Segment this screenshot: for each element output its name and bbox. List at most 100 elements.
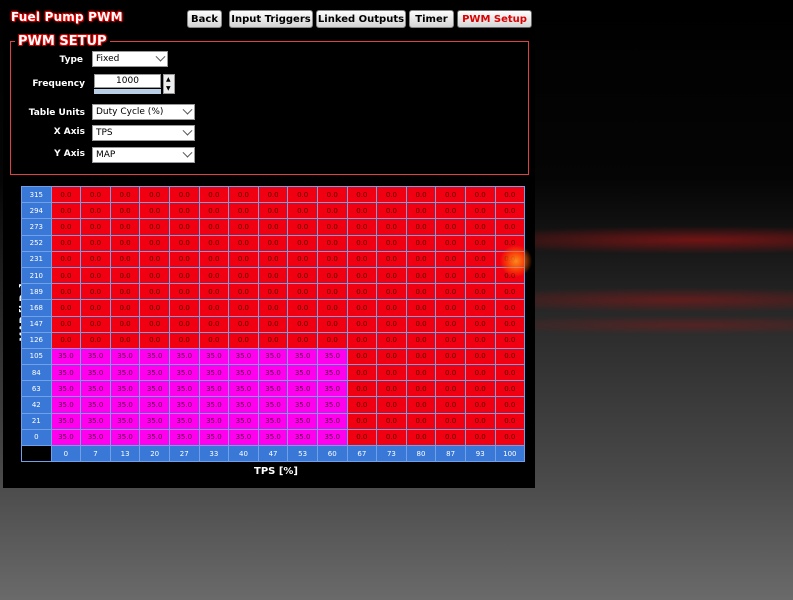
table-cell[interactable]: 0.0 [346, 428, 378, 447]
table-cell[interactable]: 35.0 [198, 412, 230, 430]
table-cell[interactable]: 0.0 [464, 234, 496, 252]
table-cell[interactable]: 0.0 [346, 266, 378, 285]
x-axis-cell[interactable]: 7 [80, 444, 111, 463]
table-cell[interactable]: 0.0 [405, 250, 437, 268]
y-axis-select[interactable]: MAP [92, 147, 195, 163]
table-cell[interactable]: 0.0 [80, 250, 111, 268]
table-cell[interactable]: 35.0 [139, 428, 170, 447]
table-cell[interactable]: 0.0 [198, 185, 230, 204]
table-cell[interactable]: 0.0 [228, 315, 259, 333]
input-triggers-tab[interactable]: Input Triggers [229, 10, 313, 28]
table-cell[interactable]: 0.0 [435, 218, 466, 236]
table-cell[interactable]: 0.0 [257, 315, 289, 333]
table-cell[interactable]: 0.0 [494, 202, 526, 220]
table-cell[interactable]: 0.0 [168, 299, 200, 317]
table-cell[interactable]: 0.0 [464, 315, 496, 333]
table-cell[interactable]: 0.0 [316, 250, 348, 268]
table-cell[interactable]: 0.0 [405, 234, 437, 252]
table-cell[interactable]: 0.0 [257, 331, 289, 349]
table-cell[interactable]: 0.0 [287, 202, 318, 220]
table-cell[interactable]: 35.0 [50, 396, 82, 414]
table-cell[interactable]: 0.0 [80, 315, 111, 333]
table-cell[interactable]: 0.0 [435, 315, 466, 333]
table-cell[interactable]: 35.0 [139, 347, 170, 366]
x-axis-cell[interactable]: 27 [168, 444, 200, 463]
timer-tab[interactable]: Timer [409, 10, 454, 28]
table-cell[interactable]: 0.0 [139, 283, 170, 301]
table-cell[interactable]: 0.0 [405, 283, 437, 301]
x-axis-cell[interactable]: 33 [198, 444, 230, 463]
y-axis-cell[interactable]: 294 [21, 202, 52, 220]
table-cell[interactable]: 0.0 [464, 299, 496, 317]
table-cell[interactable]: 35.0 [109, 428, 141, 447]
y-axis-cell[interactable]: 21 [21, 412, 52, 430]
table-cell[interactable]: 0.0 [316, 202, 348, 220]
table-cell[interactable]: 0.0 [316, 299, 348, 317]
table-cell[interactable]: 0.0 [435, 364, 466, 382]
table-cell[interactable]: 0.0 [287, 266, 318, 285]
table-cell[interactable]: 0.0 [376, 234, 407, 252]
table-cell[interactable]: 0.0 [376, 283, 407, 301]
pwm-setup-tab[interactable]: PWM Setup [457, 10, 532, 28]
table-cell[interactable]: 0.0 [257, 218, 289, 236]
table-cell[interactable]: 0.0 [346, 234, 378, 252]
table-cell[interactable]: 0.0 [464, 331, 496, 349]
table-cell[interactable]: 35.0 [287, 412, 318, 430]
y-axis-cell[interactable]: 231 [21, 250, 52, 268]
table-cell[interactable]: 0.0 [346, 396, 378, 414]
table-cell[interactable]: 35.0 [228, 347, 259, 366]
table-cell[interactable]: 0.0 [494, 396, 526, 414]
table-cell[interactable]: 35.0 [257, 347, 289, 366]
table-cell[interactable]: 0.0 [109, 299, 141, 317]
table-cell[interactable]: 35.0 [50, 428, 82, 447]
frequency-spinner[interactable]: ▲ ▼ [163, 74, 175, 94]
table-cell[interactable]: 0.0 [464, 185, 496, 204]
table-cell[interactable]: 0.0 [50, 283, 82, 301]
table-cell[interactable]: 35.0 [109, 347, 141, 366]
x-axis-cell[interactable]: 93 [464, 444, 496, 463]
table-cell[interactable]: 0.0 [464, 380, 496, 398]
y-axis-cell[interactable]: 0 [21, 428, 52, 447]
table-cell[interactable]: 35.0 [198, 364, 230, 382]
table-cell[interactable]: 0.0 [50, 299, 82, 317]
table-cell[interactable]: 35.0 [50, 364, 82, 382]
table-cell[interactable]: 35.0 [316, 412, 348, 430]
table-cell[interactable]: 0.0 [50, 266, 82, 285]
table-cell[interactable]: 35.0 [287, 347, 318, 366]
x-axis-cell[interactable]: 80 [405, 444, 437, 463]
table-cell[interactable]: 0.0 [168, 218, 200, 236]
table-cell[interactable]: 0.0 [257, 266, 289, 285]
table-cell[interactable]: 0.0 [287, 331, 318, 349]
table-cell[interactable]: 0.0 [346, 364, 378, 382]
table-cell[interactable]: 35.0 [139, 412, 170, 430]
table-cell[interactable]: 0.0 [80, 234, 111, 252]
x-axis-cell[interactable]: 73 [376, 444, 407, 463]
y-axis-cell[interactable]: 126 [21, 331, 52, 349]
table-cell[interactable]: 0.0 [494, 428, 526, 447]
table-cell[interactable]: 0.0 [168, 283, 200, 301]
table-cell[interactable]: 0.0 [494, 315, 526, 333]
table-cell[interactable]: 0.0 [168, 185, 200, 204]
table-cell[interactable]: 35.0 [228, 364, 259, 382]
table-cell[interactable]: 0.0 [109, 250, 141, 268]
table-cell[interactable]: 0.0 [316, 185, 348, 204]
table-cell[interactable]: 0.0 [346, 347, 378, 366]
table-cell[interactable]: 0.0 [435, 250, 466, 268]
table-cell[interactable]: 0.0 [80, 266, 111, 285]
x-axis-cell[interactable]: 20 [139, 444, 170, 463]
table-cell[interactable]: 0.0 [80, 331, 111, 349]
y-axis-cell[interactable]: 273 [21, 218, 52, 236]
table-cell[interactable]: 0.0 [257, 234, 289, 252]
table-cell[interactable]: 0.0 [435, 299, 466, 317]
table-cell[interactable]: 0.0 [168, 266, 200, 285]
table-cell[interactable]: 0.0 [464, 396, 496, 414]
table-cell[interactable]: 0.0 [139, 315, 170, 333]
table-cell[interactable]: 0.0 [139, 266, 170, 285]
table-cell[interactable]: 0.0 [50, 315, 82, 333]
table-cell[interactable]: 0.0 [50, 218, 82, 236]
type-select[interactable]: Fixed [92, 51, 168, 67]
table-cell[interactable]: 0.0 [346, 331, 378, 349]
table-cell[interactable]: 0.0 [376, 250, 407, 268]
x-axis-cell[interactable]: 40 [228, 444, 259, 463]
table-cell[interactable]: 0.0 [287, 185, 318, 204]
